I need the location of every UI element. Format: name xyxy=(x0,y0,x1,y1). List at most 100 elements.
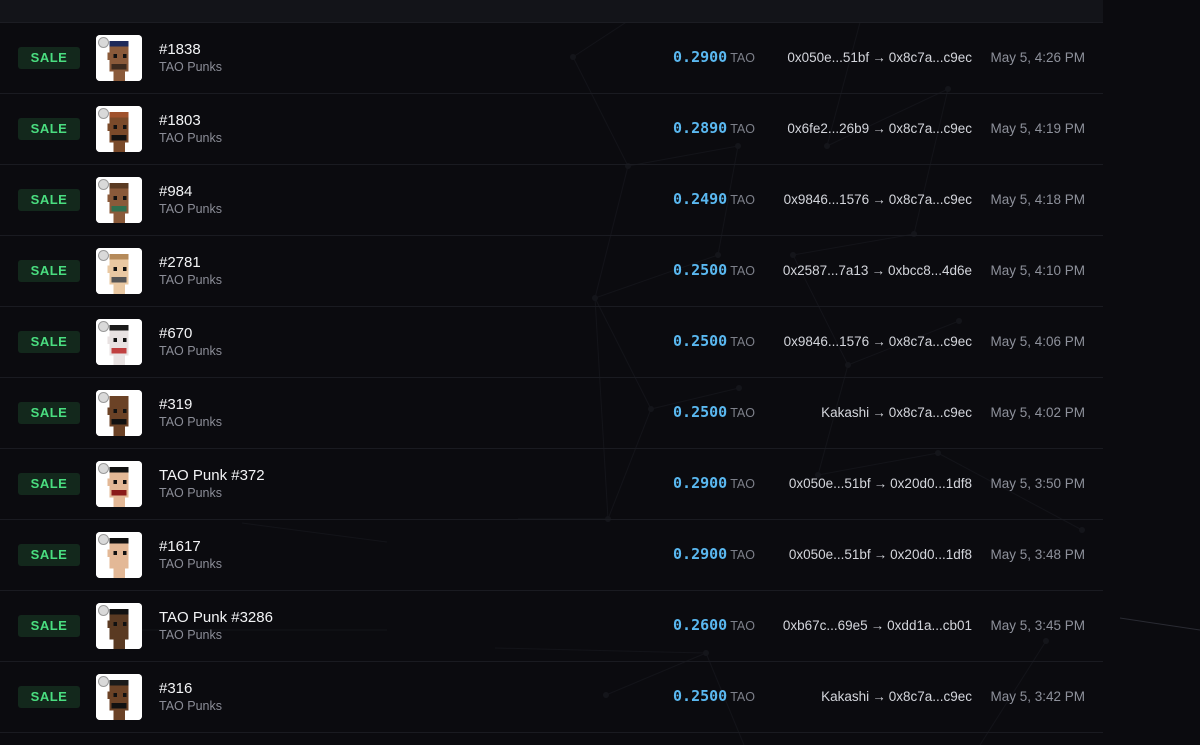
nft-thumbnail[interactable] xyxy=(96,106,142,152)
collection-name[interactable]: TAO Punks xyxy=(159,273,222,287)
price-unit: TAO xyxy=(730,690,755,704)
timestamp: May 5, 4:02 PM xyxy=(990,405,1085,420)
from-address[interactable]: Kakashi xyxy=(821,405,869,420)
price-unit: TAO xyxy=(730,193,755,207)
verified-dot-icon xyxy=(98,676,109,687)
right-arrow-icon: → xyxy=(873,547,888,562)
right-arrow-icon: → xyxy=(870,618,885,633)
from-address[interactable]: 0x050e...51bf xyxy=(789,476,871,491)
nft-thumbnail[interactable] xyxy=(96,390,142,436)
nft-thumbnail[interactable] xyxy=(96,603,142,649)
nft-thumbnail[interactable] xyxy=(96,177,142,223)
sale-row[interactable]: SALE TAO Punk #372 TAO Punks 0.2900 TAO 0… xyxy=(0,449,1103,520)
nft-name[interactable]: #984 xyxy=(159,183,192,200)
nft-name[interactable]: #316 xyxy=(159,680,192,697)
nft-thumbnail[interactable] xyxy=(96,35,142,81)
transfer: 0x9846...1576 → 0x8c7a...c9ec xyxy=(784,334,972,349)
nft-name[interactable]: TAO Punk #372 xyxy=(159,467,265,484)
transfer: 0x050e...51bf → 0x20d0...1df8 xyxy=(789,476,972,491)
sale-row[interactable]: SALE #670 TAO Punks 0.2500 TAO 0x9846...1… xyxy=(0,307,1103,378)
collection-name[interactable]: TAO Punks xyxy=(159,699,222,713)
timestamp: May 5, 4:10 PM xyxy=(990,263,1085,278)
collection-name[interactable]: TAO Punks xyxy=(159,131,222,145)
nft-thumbnail[interactable] xyxy=(96,674,142,720)
from-address[interactable]: 0x6fe2...26b9 xyxy=(787,121,869,136)
collection-name[interactable]: TAO Punks xyxy=(159,202,222,216)
sale-row[interactable]: SALE #319 TAO Punks 0.2500 TAO Kakashi → 0x… xyxy=(0,378,1103,449)
from-address[interactable]: 0x9846...1576 xyxy=(784,192,870,207)
right-arrow-icon: → xyxy=(872,405,886,420)
from-address[interactable]: 0x9846...1576 xyxy=(784,334,870,349)
nft-thumbnail[interactable] xyxy=(96,461,142,507)
nft-thumbnail[interactable] xyxy=(96,248,142,294)
sale-row[interactable]: SALE #2781 TAO Punks 0.2500 TAO 0x2587...… xyxy=(0,236,1103,307)
nft-name[interactable]: #1838 xyxy=(159,41,201,58)
to-address[interactable]: 0x8c7a...c9ec xyxy=(889,405,972,420)
right-arrow-icon: → xyxy=(871,263,885,278)
timestamp: May 5, 3:42 PM xyxy=(990,689,1085,704)
to-address[interactable]: 0x8c7a...c9ec xyxy=(889,334,972,349)
collection-name[interactable]: TAO Punks xyxy=(159,486,222,500)
sale-badge: SALE xyxy=(18,189,80,211)
nft-name[interactable]: #1803 xyxy=(159,112,201,129)
transfer: 0x9846...1576 → 0x8c7a...c9ec xyxy=(784,192,972,207)
verified-dot-icon xyxy=(98,321,109,332)
price-value: 0.2490 xyxy=(673,190,728,208)
to-address[interactable]: 0x8c7a...c9ec xyxy=(889,689,972,704)
to-address[interactable]: 0xbcc8...4d6e xyxy=(888,263,972,278)
from-address[interactable]: 0x050e...51bf xyxy=(787,50,869,65)
nft-name[interactable]: #319 xyxy=(159,396,192,413)
sale-row[interactable]: SALE #984 TAO Punks 0.2490 TAO 0x9846...1… xyxy=(0,165,1103,236)
verified-dot-icon xyxy=(98,250,109,261)
timestamp: May 5, 3:45 PM xyxy=(990,618,1085,633)
nft-thumbnail[interactable] xyxy=(96,532,142,578)
nft-thumbnail[interactable] xyxy=(96,319,142,365)
nft-name[interactable]: #1617 xyxy=(159,538,201,555)
right-arrow-icon: → xyxy=(872,50,886,65)
from-address[interactable]: 0x050e...51bf xyxy=(789,547,871,562)
sales-feed: SALE #1838 TAO Punks 0.2900 TAO 0x050e...… xyxy=(0,0,1103,745)
to-address[interactable]: 0x8c7a...c9ec xyxy=(889,192,972,207)
from-address[interactable]: 0x2587...7a13 xyxy=(783,263,869,278)
from-address[interactable]: 0xb67c...69e5 xyxy=(783,618,868,633)
collection-name[interactable]: TAO Punks xyxy=(159,344,222,358)
price-value: 0.2900 xyxy=(673,48,728,66)
price: 0.2900 TAO xyxy=(673,48,755,67)
sale-badge: SALE xyxy=(18,331,80,353)
verified-dot-icon xyxy=(98,463,109,474)
price-unit: TAO xyxy=(730,122,755,136)
nft-name[interactable]: #670 xyxy=(159,325,192,342)
right-arrow-icon: → xyxy=(872,121,886,136)
transfer: 0xb67c...69e5 → 0xdd1a...cb01 xyxy=(783,618,972,633)
sale-row[interactable]: SALE #316 TAO Punks 0.2500 TAO Kakashi → 0x… xyxy=(0,662,1103,733)
sale-row[interactable]: SALE #1617 TAO Punks 0.2900 TAO 0x050e...… xyxy=(0,520,1103,591)
to-address[interactable]: 0x8c7a...c9ec xyxy=(889,50,972,65)
to-address[interactable]: 0x20d0...1df8 xyxy=(890,476,972,491)
price-value: 0.2500 xyxy=(673,403,728,421)
timestamp: May 5, 4:19 PM xyxy=(990,121,1085,136)
price-value: 0.2600 xyxy=(673,616,728,634)
sale-badge: SALE xyxy=(18,473,80,495)
to-address[interactable]: 0x8c7a...c9ec xyxy=(889,121,972,136)
verified-dot-icon xyxy=(98,605,109,616)
from-address[interactable]: Kakashi xyxy=(821,689,869,704)
nft-name[interactable]: TAO Punk #3286 xyxy=(159,609,273,626)
collection-name[interactable]: TAO Punks xyxy=(159,60,222,74)
sale-row[interactable]: SALE #1803 TAO Punks 0.2890 TAO 0x6fe2...… xyxy=(0,94,1103,165)
timestamp: May 5, 4:26 PM xyxy=(990,50,1085,65)
nft-name[interactable]: #2781 xyxy=(159,254,201,271)
collection-name[interactable]: TAO Punks xyxy=(159,415,222,429)
price: 0.2900 TAO xyxy=(673,545,755,564)
sale-row[interactable]: SALE #1838 TAO Punks 0.2900 TAO 0x050e...… xyxy=(0,23,1103,94)
transfer: 0x2587...7a13 → 0xbcc8...4d6e xyxy=(783,263,972,278)
collection-name[interactable]: TAO Punks xyxy=(159,557,222,571)
transfer: 0x050e...51bf → 0x20d0...1df8 xyxy=(789,547,972,562)
to-address[interactable]: 0x20d0...1df8 xyxy=(890,547,972,562)
to-address[interactable]: 0xdd1a...cb01 xyxy=(887,618,972,633)
sale-row[interactable]: SALE TAO Punk #3286 TAO Punks 0.2600 TAO … xyxy=(0,591,1103,662)
price: 0.2490 TAO xyxy=(673,190,755,209)
verified-dot-icon xyxy=(98,179,109,190)
collection-name[interactable]: TAO Punks xyxy=(159,628,222,642)
sale-badge: SALE xyxy=(18,686,80,708)
right-arrow-icon: → xyxy=(873,476,888,491)
